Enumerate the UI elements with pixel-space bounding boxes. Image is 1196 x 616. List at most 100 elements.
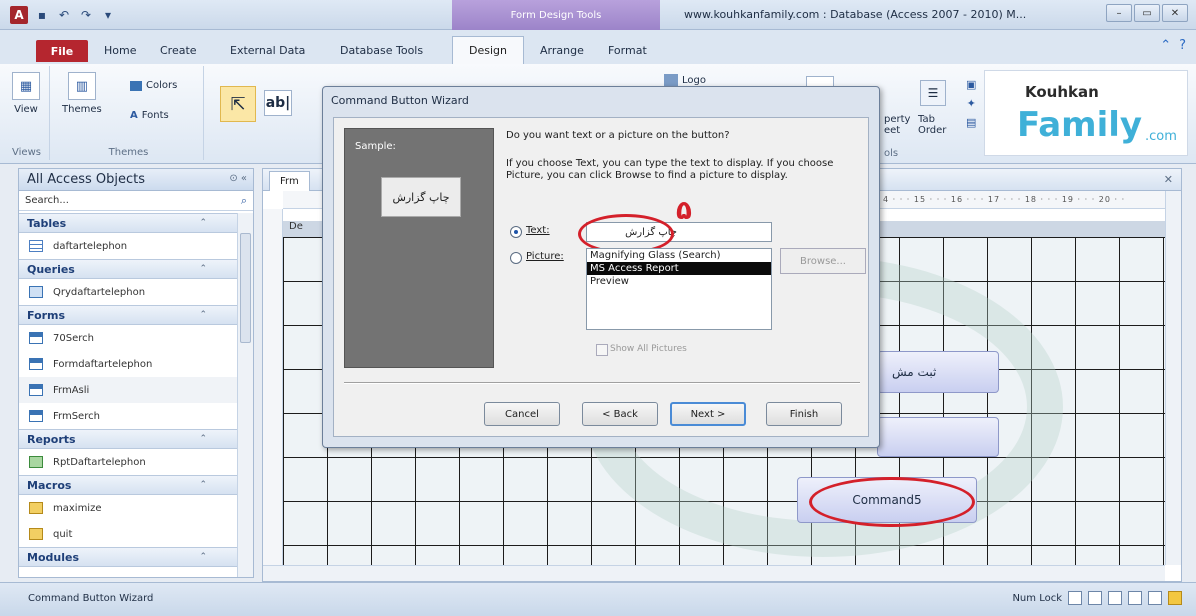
nav-item-macro[interactable]: quit: [19, 521, 237, 547]
pivot-chart-view-icon[interactable]: [1128, 591, 1142, 605]
collapse-chevron-icon: ⌃: [199, 310, 207, 320]
dialog-body: Sample: چاپ گزارش Do you want text or a …: [333, 117, 869, 437]
tab-design[interactable]: Design: [452, 36, 524, 64]
picture-list-item-selected[interactable]: MS Access Report: [587, 262, 771, 275]
tab-file[interactable]: File: [36, 40, 88, 62]
document-vertical-scrollbar[interactable]: [1165, 191, 1181, 565]
window-controls: – ▭ ✕: [1106, 4, 1188, 22]
form-icon: [29, 410, 43, 422]
select-pointer-icon[interactable]: ⇱: [220, 86, 256, 122]
nav-search-placeholder: Search...: [25, 195, 69, 206]
macro-icon[interactable]: ✦: [967, 97, 976, 110]
title-bar: A ▪ ↶ ↷ ▾ Form Design Tools www.kouhkanf…: [0, 0, 1196, 30]
nav-search-box[interactable]: Search... ⌕: [19, 191, 253, 211]
logo-icon: [664, 74, 678, 86]
logo-suffix-text: .com: [1145, 129, 1177, 144]
picture-list[interactable]: Magnifying Glass (Search) MS Access Repo…: [586, 248, 772, 330]
picture-option-label[interactable]: Picture:: [526, 251, 564, 262]
nav-section-label: Queries: [27, 262, 75, 276]
form-view-icon[interactable]: [1068, 591, 1082, 605]
tab-create[interactable]: Create: [160, 44, 197, 57]
collapse-ribbon-icon[interactable]: ⌃: [1160, 38, 1171, 53]
nav-section-modules[interactable]: Modules ⌃: [19, 547, 237, 567]
help-icon[interactable]: ?: [1179, 38, 1186, 53]
picture-option-radio[interactable]: [510, 252, 522, 264]
close-document-icon[interactable]: ✕: [1164, 173, 1173, 186]
nav-item-query[interactable]: Qrydaftartelephon: [19, 279, 237, 305]
search-icon[interactable]: ⌕: [241, 194, 247, 208]
text-option-label[interactable]: Text:: [526, 225, 550, 236]
nav-header[interactable]: All Access Objects ⊙ «: [19, 169, 253, 191]
document-tab[interactable]: Frm: [269, 171, 310, 191]
logo-main-text: Family: [1017, 105, 1143, 145]
tab-external-data[interactable]: External Data: [230, 44, 305, 57]
nav-section-forms[interactable]: Forms ⌃: [19, 305, 237, 325]
customize-qat-icon[interactable]: ▾: [100, 7, 116, 23]
fonts-button[interactable]: A Fonts: [130, 110, 169, 121]
design-view-icon[interactable]: [1168, 591, 1182, 605]
next-button[interactable]: Next >: [670, 402, 746, 426]
form-button-register[interactable]: ثبت مش: [877, 351, 999, 393]
view-button[interactable]: ▦ View: [12, 72, 40, 115]
nav-section-macros[interactable]: Macros ⌃: [19, 475, 237, 495]
nav-section-tables[interactable]: Tables ⌃: [19, 213, 237, 233]
nav-item-label: maximize: [53, 502, 102, 514]
nav-item-form[interactable]: 70Serch: [19, 325, 237, 351]
small-tools-icons: ▣ ✦ ▤: [966, 78, 976, 129]
access-app-icon[interactable]: A: [10, 6, 28, 24]
ribbon-tabs: File Home Create External Data Database …: [0, 30, 1196, 64]
save-icon[interactable]: ▪: [34, 7, 50, 23]
themes-icon: ▥: [67, 72, 96, 100]
show-all-pictures-checkbox[interactable]: [596, 344, 608, 356]
themes-group-label: Themes: [108, 147, 149, 158]
views-group-label: Views: [12, 147, 41, 158]
pivot-table-view-icon[interactable]: [1108, 591, 1122, 605]
code-icon[interactable]: ▣: [966, 78, 976, 91]
nav-item-report[interactable]: RptDaftartelephon: [19, 449, 237, 475]
finish-button[interactable]: Finish: [766, 402, 842, 426]
picture-list-item[interactable]: Preview: [587, 275, 771, 288]
text-option-radio[interactable]: [510, 226, 522, 238]
tab-database-tools[interactable]: Database Tools: [340, 44, 423, 57]
minimize-button[interactable]: –: [1106, 4, 1132, 22]
nav-item-macro[interactable]: maximize: [19, 495, 237, 521]
themes-button[interactable]: ▥ Themes: [62, 72, 102, 115]
nav-item-form[interactable]: FrmSerch: [19, 403, 237, 429]
datasheet-view-icon[interactable]: [1088, 591, 1102, 605]
nav-section-reports[interactable]: Reports ⌃: [19, 429, 237, 449]
nav-scrollbar[interactable]: [237, 213, 253, 577]
tab-order-icon[interactable]: ☰: [920, 80, 946, 106]
picture-list-item[interactable]: Magnifying Glass (Search): [587, 249, 771, 262]
redo-icon[interactable]: ↷: [78, 7, 94, 23]
convert-icon[interactable]: ▤: [966, 116, 976, 129]
tab-home[interactable]: Home: [104, 44, 136, 57]
nav-scroll-thumb[interactable]: [240, 233, 251, 343]
nav-item-form[interactable]: FrmAsli: [19, 377, 237, 403]
maximize-button[interactable]: ▭: [1134, 4, 1160, 22]
close-window-button[interactable]: ✕: [1162, 4, 1188, 22]
tab-format[interactable]: Format: [608, 44, 647, 57]
nav-item-form[interactable]: Formdaftartelephon: [19, 351, 237, 377]
document-horizontal-scrollbar[interactable]: [263, 565, 1165, 581]
fonts-label: Fonts: [141, 110, 169, 121]
nav-item-table[interactable]: daftartelephon: [19, 233, 237, 259]
dialog-description: If you choose Text, you can type the tex…: [506, 158, 834, 181]
browse-button[interactable]: Browse...: [780, 248, 866, 274]
tab-order-button[interactable]: Tab Order: [918, 114, 946, 136]
nav-shutter-icon[interactable]: ⊙ «: [229, 173, 247, 184]
nav-section-queries[interactable]: Queries ⌃: [19, 259, 237, 279]
nav-item-label: daftartelephon: [53, 240, 128, 252]
undo-icon[interactable]: ↶: [56, 7, 72, 23]
textbox-control-icon[interactable]: ab|: [264, 90, 292, 116]
vertical-ruler: [263, 209, 283, 565]
tab-arrange[interactable]: Arrange: [540, 44, 584, 57]
logo-button[interactable]: Logo: [664, 74, 706, 86]
layout-view-icon[interactable]: [1148, 591, 1162, 605]
property-sheet-button[interactable]: perty eet: [884, 114, 910, 136]
back-button[interactable]: < Back: [582, 402, 658, 426]
cancel-button[interactable]: Cancel: [484, 402, 560, 426]
collapse-chevron-icon: ⌃: [199, 264, 207, 274]
form-button-second[interactable]: [877, 417, 999, 457]
colors-button[interactable]: Colors: [130, 80, 177, 91]
num-lock-indicator: Num Lock: [1012, 592, 1062, 604]
